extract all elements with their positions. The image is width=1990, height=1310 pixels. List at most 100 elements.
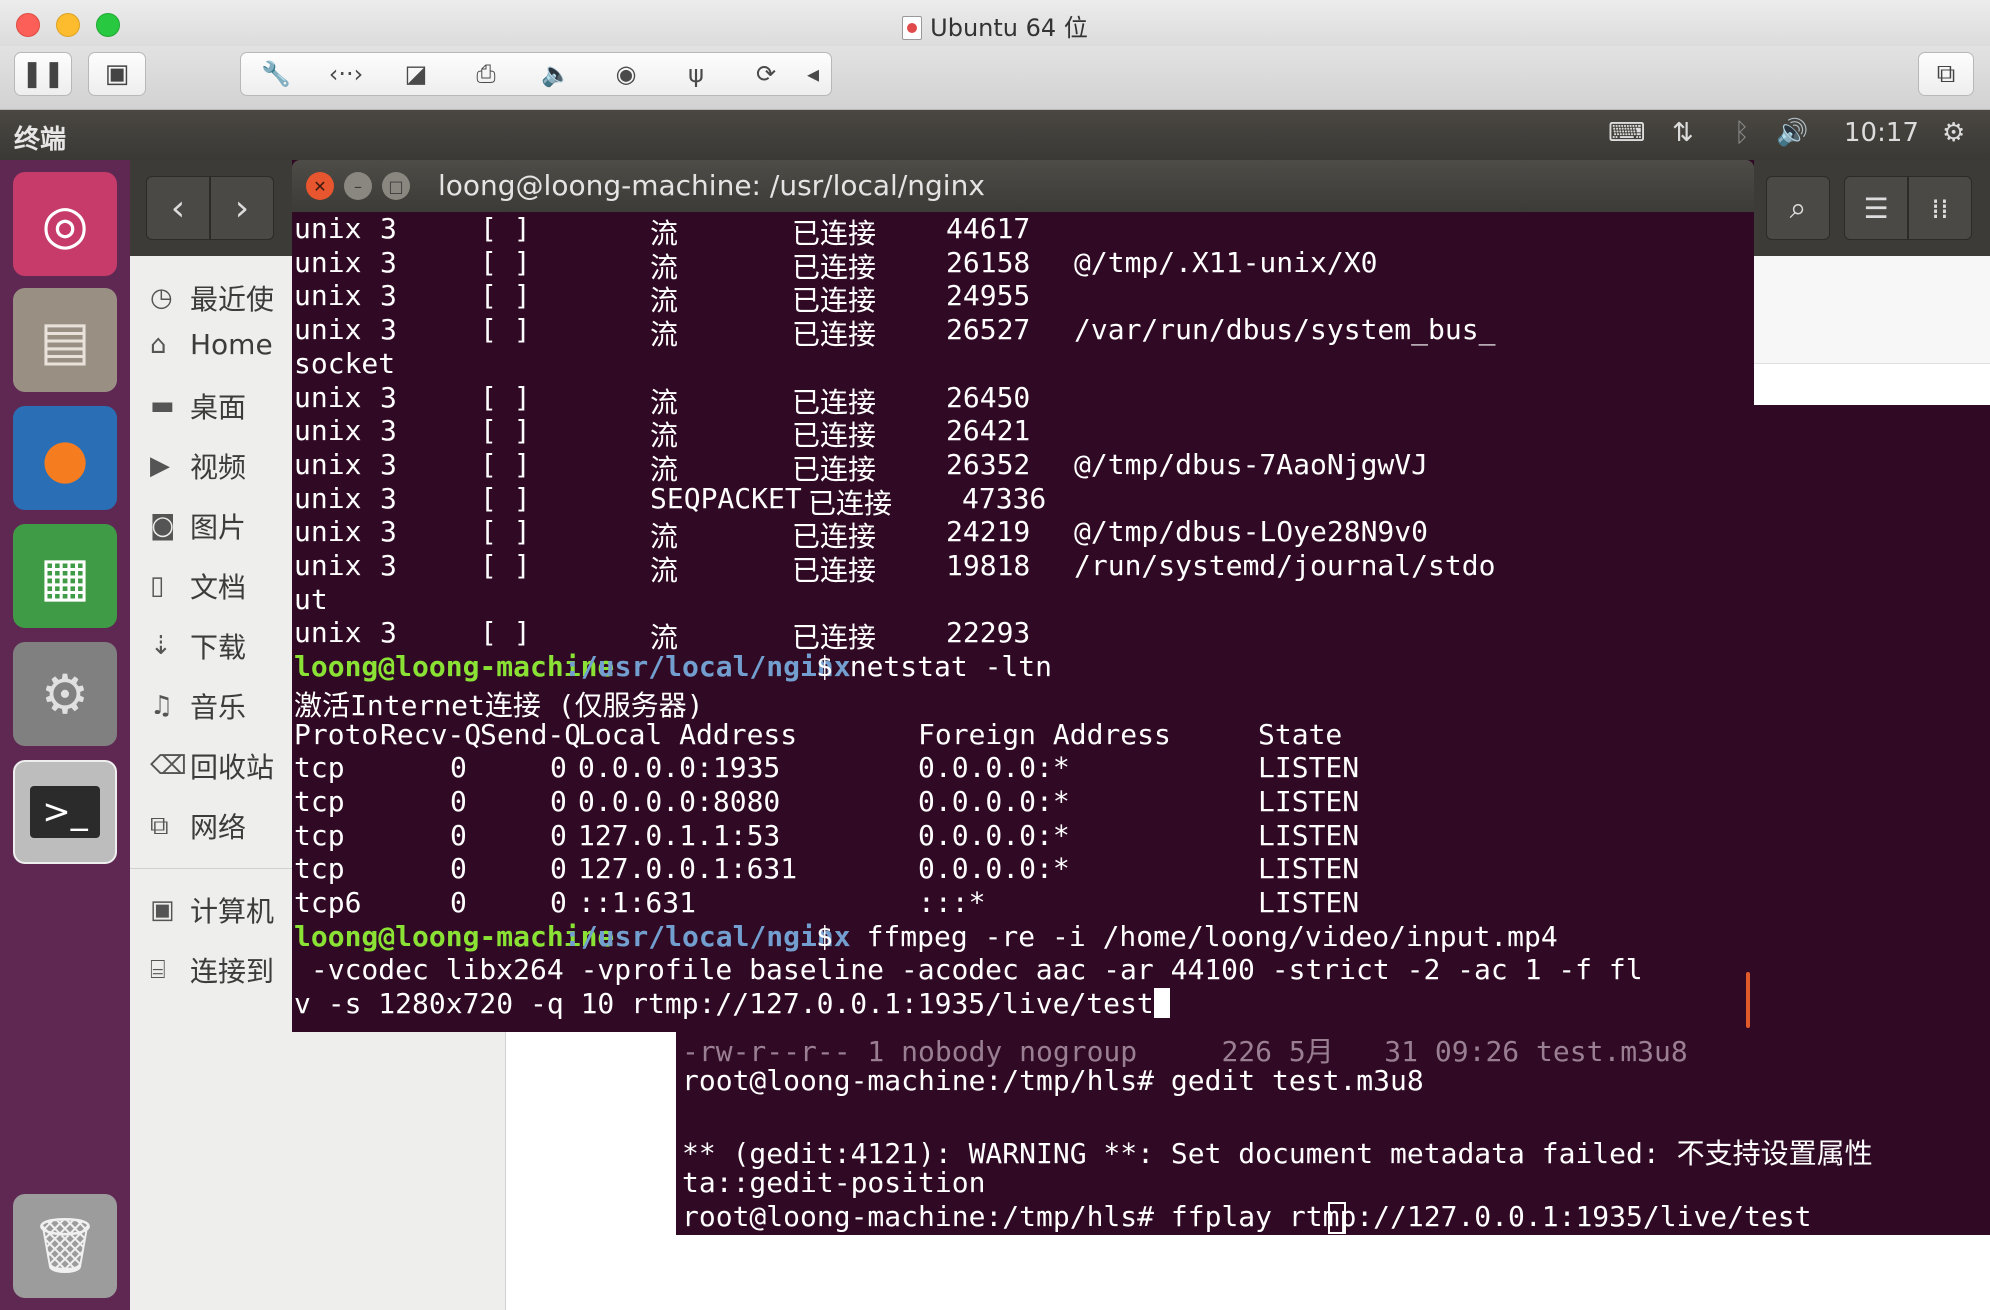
disk-icon[interactable]: ◪ bbox=[381, 60, 451, 88]
launcher: ◎ ▤ ● ▦ ⚙ >_ 🗑 bbox=[0, 160, 130, 1310]
sidebar-item-connect-server[interactable]: ⌸ 连接到 bbox=[150, 950, 274, 990]
libreoffice-calc-icon[interactable]: ▦ bbox=[13, 524, 117, 628]
list-view-button[interactable]: ☰ bbox=[1844, 176, 1908, 240]
network-icon[interactable]: ⇅ bbox=[1672, 118, 1694, 148]
terminal-maximize-button[interactable]: □ bbox=[382, 172, 410, 200]
sidebar-item-network[interactable]: ⧉ 网络 bbox=[150, 806, 246, 846]
settings-gear-icon[interactable]: ⚙ bbox=[1942, 118, 1965, 148]
tcp-cell: tcp6 bbox=[294, 886, 362, 919]
pause-button[interactable]: ❚❚ bbox=[14, 52, 72, 96]
sidebar-item-trash[interactable]: ⌫ 回收站 bbox=[150, 746, 274, 786]
tcp-cell: tcp bbox=[294, 784, 345, 818]
sidebar-item-music[interactable]: ♫ 音乐 bbox=[150, 686, 246, 726]
tcp-cell: 0 bbox=[550, 818, 567, 852]
device-toolbar-group: 🔧 ‹··› ◪ ⎙ 🔈 ◉ ψ ⟳ ◂ bbox=[240, 52, 832, 96]
bluetooth-icon[interactable]: ᛒ bbox=[1734, 118, 1750, 148]
tcp-cell: 0 bbox=[550, 784, 567, 818]
snapshot-button[interactable]: ▣ bbox=[88, 52, 146, 96]
tcp-cell: 0 bbox=[550, 852, 567, 886]
socket-flags: [ ] bbox=[480, 447, 531, 481]
socket-refcnt: 3 bbox=[380, 481, 397, 515]
socket-state: 已连接 bbox=[792, 554, 877, 587]
snapshot-icon: ▣ bbox=[104, 59, 130, 89]
maximize-icon: □ bbox=[388, 176, 404, 196]
camera-icon: ◙ bbox=[150, 511, 176, 541]
socket-flags: [ ] bbox=[480, 245, 531, 279]
tcp-cell: 0 bbox=[450, 852, 467, 886]
trash-icon: ⌫ bbox=[150, 751, 187, 781]
socket-path-wrap: socket bbox=[294, 346, 396, 380]
prompt-path: :/usr/local/nginx bbox=[564, 650, 851, 684]
sidebar-item-pictures[interactable]: ◙ 图片 bbox=[150, 506, 246, 546]
sidebar-item-desktop[interactable]: ▬ 桌面 bbox=[150, 386, 246, 426]
restore-window-button[interactable]: ⧉ bbox=[1918, 52, 1974, 96]
firefox-icon[interactable]: ● bbox=[13, 406, 117, 510]
socket-type: SEQPACKET bbox=[650, 481, 802, 515]
terminal-minimize-button[interactable]: – bbox=[344, 172, 372, 200]
terminal-window[interactable]: ✕ – □ loong@loong-machine: /usr/local/ng… bbox=[292, 160, 1754, 1032]
search-icon: ⌕ bbox=[1789, 190, 1807, 226]
usb-icon[interactable]: ψ bbox=[661, 60, 731, 88]
sidebar-item-videos[interactable]: ▶ 视频 bbox=[150, 446, 246, 486]
grid-view-button[interactable]: ⁞⁞ bbox=[1908, 176, 1972, 240]
clock[interactable]: 10:17 bbox=[1844, 118, 1919, 148]
socket-proto: unix bbox=[294, 380, 362, 414]
sidebar-item-label: Home bbox=[190, 328, 273, 361]
tcp-cell: 0 bbox=[450, 751, 467, 785]
socket-refcnt: 3 bbox=[380, 515, 397, 549]
socket-inode: 24219 bbox=[946, 515, 1031, 549]
tcp-cell: 0.0.0.0:* bbox=[918, 751, 1070, 785]
forward-button[interactable]: › bbox=[210, 176, 274, 240]
speaker-icon[interactable]: 🔈 bbox=[521, 60, 591, 88]
terminal2-line: root@loong-machine:/tmp/hls# gedit test.… bbox=[682, 1064, 1424, 1097]
system-settings-icon[interactable]: ⚙ bbox=[13, 642, 117, 746]
tcp-cell: tcp bbox=[294, 818, 345, 852]
printer-icon[interactable]: ⎙ bbox=[451, 60, 521, 88]
sidebar-item-downloads[interactable]: ⇣ 下载 bbox=[150, 626, 246, 666]
collapse-arrow-icon[interactable]: ◂ bbox=[801, 60, 825, 88]
sync-icon[interactable]: ⟳ bbox=[731, 60, 801, 88]
ubuntu-dash-icon[interactable]: ◎ bbox=[13, 172, 117, 276]
socket-flags: [ ] bbox=[480, 481, 531, 515]
wrench-icon[interactable]: 🔧 bbox=[241, 60, 311, 88]
socket-proto: unix bbox=[294, 515, 362, 549]
network-icon: ⧉ bbox=[150, 810, 169, 841]
grid-view-icon: ⁞⁞ bbox=[1931, 191, 1949, 225]
terminal-title: loong@loong-machine: /usr/local/nginx bbox=[438, 169, 985, 202]
volume-icon[interactable]: 🔊 bbox=[1776, 118, 1808, 148]
files-icon[interactable]: ▤ bbox=[13, 288, 117, 392]
back-button[interactable]: ‹ bbox=[146, 176, 210, 240]
socket-proto: unix bbox=[294, 481, 362, 515]
socket-inode: 26527 bbox=[946, 313, 1031, 347]
sidebar-item-label: 音乐 bbox=[190, 691, 247, 724]
terminal-output[interactable]: unix 3[ ] 流已连接 44617 unix 3[ ] 流已连接 26158 @/tmp/… bbox=[292, 212, 1754, 1032]
tcp-cell: tcp bbox=[294, 751, 345, 785]
trash-icon[interactable]: 🗑 bbox=[13, 1194, 117, 1298]
document-icon: ▯ bbox=[150, 571, 165, 601]
sidebar-item-computer[interactable]: ▣ 计算机 bbox=[150, 890, 274, 930]
camera-icon[interactable]: ◉ bbox=[591, 60, 661, 88]
sidebar-item-recent[interactable]: ◷ 最近使 bbox=[150, 278, 274, 318]
search-button[interactable]: ⌕ bbox=[1766, 176, 1830, 240]
sidebar-item-home[interactable]: ⌂ Home bbox=[150, 328, 273, 361]
terminal-close-button[interactable]: ✕ bbox=[306, 172, 334, 200]
terminal-cursor bbox=[1153, 988, 1170, 1019]
terminal-hls-window[interactable]: -rw-r--r-- 1 nobody nogroup 226 5月 31 09… bbox=[676, 1030, 1990, 1235]
tcp-cell: ::1:631 bbox=[578, 886, 697, 919]
tcp-cell: 127.0.1.1:53 bbox=[578, 818, 781, 852]
sidebar-item-label: 视频 bbox=[190, 451, 247, 484]
socket-refcnt: 3 bbox=[380, 549, 397, 582]
vm-window-title: Ubuntu 64 位 bbox=[0, 8, 1990, 43]
terminal-icon[interactable]: >_ bbox=[13, 760, 117, 864]
socket-type: 流 bbox=[650, 554, 679, 587]
terminal-scrollbar[interactable] bbox=[1746, 972, 1750, 1028]
network-arrows-icon[interactable]: ‹··› bbox=[311, 60, 381, 88]
socket-path: /run/systemd/journal/stdo bbox=[1074, 549, 1496, 582]
tcp-header-cell: Local Address bbox=[578, 717, 798, 751]
chevron-left-icon: ‹ bbox=[170, 187, 186, 229]
socket-flags: [ ] bbox=[480, 616, 531, 650]
sidebar-item-documents[interactable]: ▯ 文档 bbox=[150, 566, 246, 606]
socket-inode: 44617 bbox=[946, 212, 1031, 245]
active-app-name: 终端 bbox=[14, 125, 67, 155]
keyboard-icon[interactable]: ⌨ bbox=[1608, 118, 1646, 148]
